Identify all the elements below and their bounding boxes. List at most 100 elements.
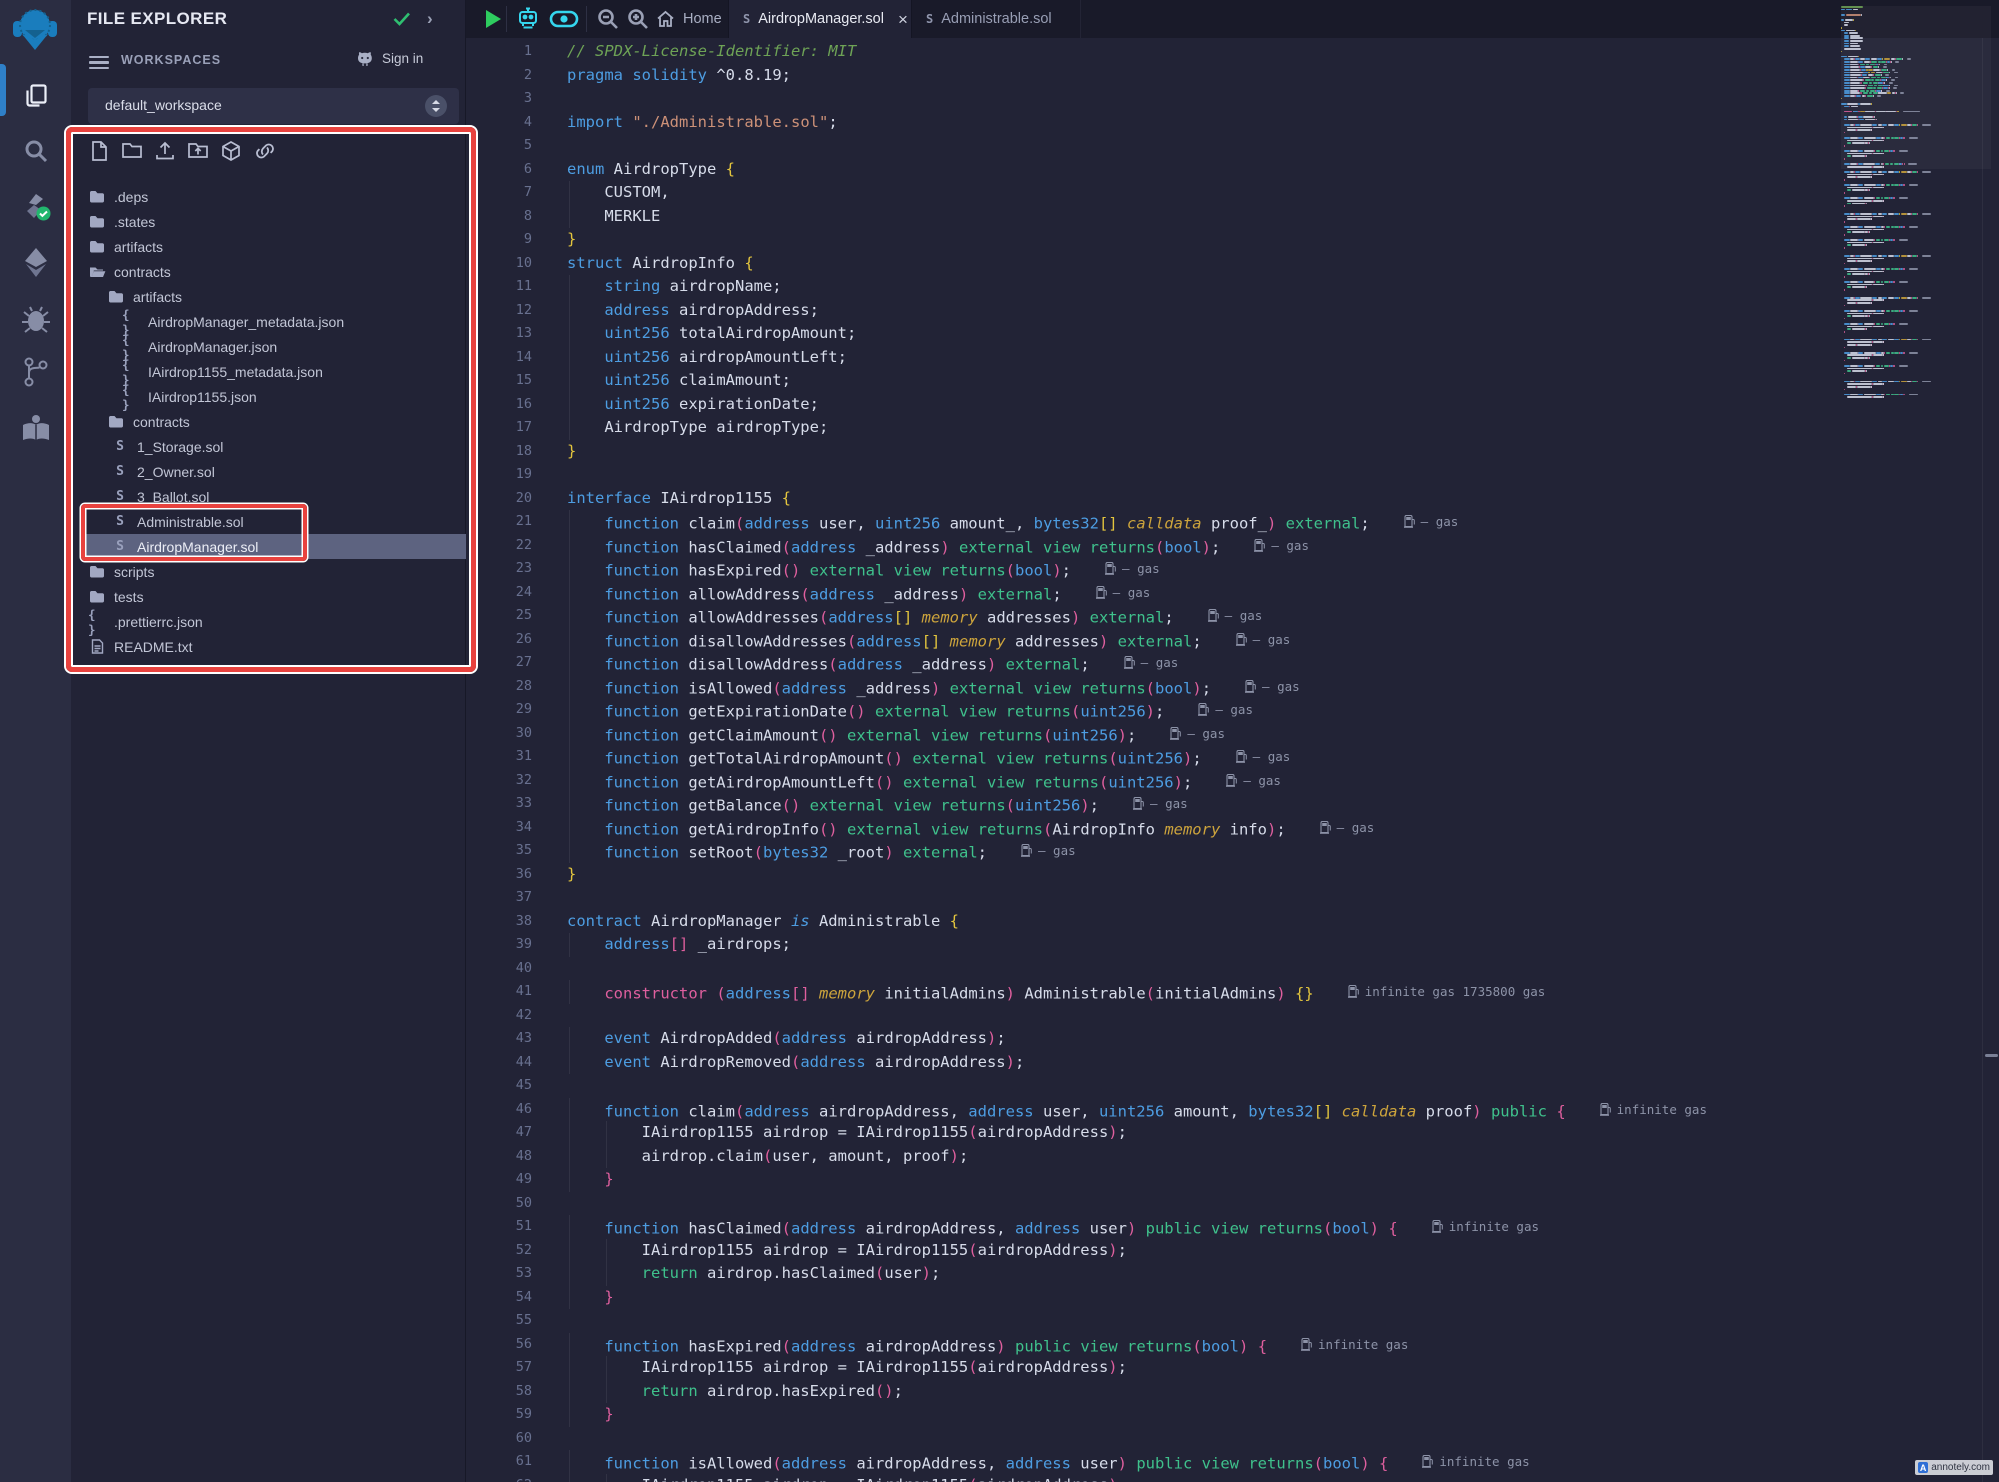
tree-item-.prettierrc.json[interactable]: { }.prettierrc.json — [82, 609, 460, 634]
code-line-1[interactable]: 1// SPDX-License-Identifier: MIT — [466, 40, 1999, 64]
code-line-43[interactable]: 43 event AirdropAdded(address airdropAdd… — [466, 1027, 1999, 1051]
search-icon[interactable] — [19, 134, 53, 168]
workspaces-menu-icon[interactable] — [89, 53, 109, 69]
tab-airdropmanager[interactable]: S AirdropManager.sol × — [728, 0, 912, 38]
code-line-31[interactable]: 31 function getTotalAirdropAmount() exte… — [466, 745, 1999, 769]
code-line-2[interactable]: 2pragma solidity ^0.8.19; — [466, 64, 1999, 88]
code-line-6[interactable]: 6enum AirdropType { — [466, 158, 1999, 182]
code-line-30[interactable]: 30 function getClaimAmount() external vi… — [466, 722, 1999, 746]
tree-item-contracts[interactable]: contracts — [82, 409, 479, 434]
remix-logo-icon[interactable] — [12, 6, 58, 52]
code-line-40[interactable]: 40 — [466, 957, 1999, 981]
code-line-8[interactable]: 8 MERKLE — [466, 205, 1999, 229]
code-line-49[interactable]: 49 } — [466, 1168, 1999, 1192]
tab-home[interactable]: Home — [638, 0, 740, 38]
code-line-52[interactable]: 52 IAirdrop1155 airdrop = IAirdrop1155(a… — [466, 1239, 1999, 1263]
upload-file-icon[interactable] — [154, 140, 176, 162]
scrollbar-thumb[interactable] — [1985, 1054, 1998, 1057]
code-line-34[interactable]: 34 function getAirdropInfo() external vi… — [466, 816, 1999, 840]
tree-item-1_Storage.sol[interactable]: S1_Storage.sol — [82, 434, 483, 459]
code-line-17[interactable]: 17 AirdropType airdropType; — [466, 416, 1999, 440]
code-line-22[interactable]: 22 function hasClaimed(address _address)… — [466, 534, 1999, 558]
code-line-4[interactable]: 4import "./Administrable.sol"; — [466, 111, 1999, 135]
code-line-51[interactable]: 51 function hasClaimed(address airdropAd… — [466, 1215, 1999, 1239]
chevron-right-icon[interactable]: › — [427, 9, 433, 29]
tree-item-AirdropManager_metadata.json[interactable]: { }AirdropManager_metadata.json — [82, 309, 494, 334]
debugger-icon[interactable] — [19, 302, 53, 336]
code-line-45[interactable]: 45 — [466, 1074, 1999, 1098]
link-icon[interactable] — [253, 140, 275, 162]
ai-copilot-icon[interactable] — [512, 0, 544, 38]
code-line-21[interactable]: 21 function claim(address user, uint256 … — [466, 510, 1999, 534]
code-line-23[interactable]: 23 function hasExpired() external view r… — [466, 557, 1999, 581]
code-line-47[interactable]: 47 IAirdrop1155 airdrop = IAirdrop1155(a… — [466, 1121, 1999, 1145]
code-line-11[interactable]: 11 string airdropName; — [466, 275, 1999, 299]
tree-item-.deps[interactable]: .deps — [82, 184, 460, 209]
upload-folder-icon[interactable] — [187, 140, 209, 162]
code-line-42[interactable]: 42 — [466, 1004, 1999, 1028]
deploy-run-icon[interactable] — [19, 245, 53, 279]
code-line-35[interactable]: 35 function setRoot(bytes32 _root) exter… — [466, 839, 1999, 863]
code-line-27[interactable]: 27 function disallowAddress(address _add… — [466, 651, 1999, 675]
close-tab-icon[interactable]: × — [898, 11, 908, 28]
code-line-58[interactable]: 58 return airdrop.hasExpired(); — [466, 1380, 1999, 1404]
code-line-15[interactable]: 15 uint256 claimAmount; — [466, 369, 1999, 393]
new-file-icon[interactable] — [88, 140, 110, 162]
solidity-compiler-icon[interactable] — [19, 190, 53, 224]
code-line-44[interactable]: 44 event AirdropRemoved(address airdropA… — [466, 1051, 1999, 1075]
code-line-26[interactable]: 26 function disallowAddresses(address[] … — [466, 628, 1999, 652]
tree-item-scripts[interactable]: scripts — [82, 559, 460, 584]
copilot-toggle-icon[interactable] — [546, 0, 582, 38]
code-line-39[interactable]: 39 address[] _airdrops; — [466, 933, 1999, 957]
tree-item-artifacts[interactable]: artifacts — [82, 234, 460, 259]
code-line-54[interactable]: 54 } — [466, 1286, 1999, 1310]
code-line-56[interactable]: 56 function hasExpired(address airdropAd… — [466, 1333, 1999, 1357]
code-line-7[interactable]: 7 CUSTOM, — [466, 181, 1999, 205]
code-line-41[interactable]: 41 constructor (address[] memory initial… — [466, 980, 1999, 1004]
run-script-button[interactable] — [478, 0, 508, 38]
tree-item-tests[interactable]: tests — [82, 584, 460, 609]
file-explorer-icon[interactable] — [19, 79, 53, 113]
tree-item-contracts[interactable]: contracts — [82, 259, 460, 284]
tree-item-hidden[interactable]: S — [82, 659, 460, 684]
tree-item-IAirdrop1155.json[interactable]: { }IAirdrop1155.json — [82, 384, 494, 409]
tree-item-3_Ballot.sol[interactable]: S3_Ballot.sol — [82, 484, 483, 509]
code-line-55[interactable]: 55 — [466, 1309, 1999, 1333]
code-line-18[interactable]: 18} — [466, 440, 1999, 464]
workspace-select[interactable]: default_workspace — [88, 88, 459, 124]
code-line-14[interactable]: 14 uint256 airdropAmountLeft; — [466, 346, 1999, 370]
cube-icon[interactable] — [220, 140, 242, 162]
code-line-62[interactable]: 62 IAirdrop1155 airdrop = IAirdrop1155(a… — [466, 1474, 1999, 1482]
code-line-32[interactable]: 32 function getAirdropAmountLeft() exter… — [466, 769, 1999, 793]
tree-item-README.txt[interactable]: README.txt — [82, 634, 460, 659]
code-line-37[interactable]: 37 — [466, 886, 1999, 910]
code-line-5[interactable]: 5 — [466, 134, 1999, 158]
code-line-46[interactable]: 46 function claim(address airdropAddress… — [466, 1098, 1999, 1122]
code-line-60[interactable]: 60 — [466, 1427, 1999, 1451]
zoom-out-icon[interactable] — [594, 0, 622, 38]
code-line-9[interactable]: 9} — [466, 228, 1999, 252]
code-line-57[interactable]: 57 IAirdrop1155 airdrop = IAirdrop1155(a… — [466, 1356, 1999, 1380]
git-icon[interactable] — [19, 355, 53, 389]
minimap[interactable] — [1841, 6, 1991, 426]
code-line-38[interactable]: 38contract AirdropManager is Administrab… — [466, 910, 1999, 934]
code-area[interactable]: 1// SPDX-License-Identifier: MIT2pragma … — [466, 38, 1999, 1482]
code-line-10[interactable]: 10struct AirdropInfo { — [466, 252, 1999, 276]
code-line-28[interactable]: 28 function isAllowed(address _address) … — [466, 675, 1999, 699]
tree-item-.states[interactable]: .states — [82, 209, 460, 234]
code-line-48[interactable]: 48 airdrop.claim(user, amount, proof); — [466, 1145, 1999, 1169]
code-line-3[interactable]: 3 — [466, 87, 1999, 111]
tree-item-2_Owner.sol[interactable]: S2_Owner.sol — [82, 459, 483, 484]
tree-item-AirdropManager.json[interactable]: { }AirdropManager.json — [82, 334, 494, 359]
learneth-book-icon[interactable] — [19, 412, 53, 446]
code-line-29[interactable]: 29 function getExpirationDate() external… — [466, 698, 1999, 722]
code-line-19[interactable]: 19 — [466, 463, 1999, 487]
tree-item-AirdropManager.sol[interactable]: SAirdropManager.sol — [82, 534, 483, 559]
code-line-61[interactable]: 61 function isAllowed(address airdropAdd… — [466, 1450, 1999, 1474]
tab-administrable[interactable]: S Administrable.sol — [912, 0, 1081, 38]
code-line-12[interactable]: 12 address airdropAddress; — [466, 299, 1999, 323]
code-line-59[interactable]: 59 } — [466, 1403, 1999, 1427]
code-line-20[interactable]: 20interface IAirdrop1155 { — [466, 487, 1999, 511]
tree-item-artifacts[interactable]: artifacts — [82, 284, 479, 309]
code-line-13[interactable]: 13 uint256 totalAirdropAmount; — [466, 322, 1999, 346]
